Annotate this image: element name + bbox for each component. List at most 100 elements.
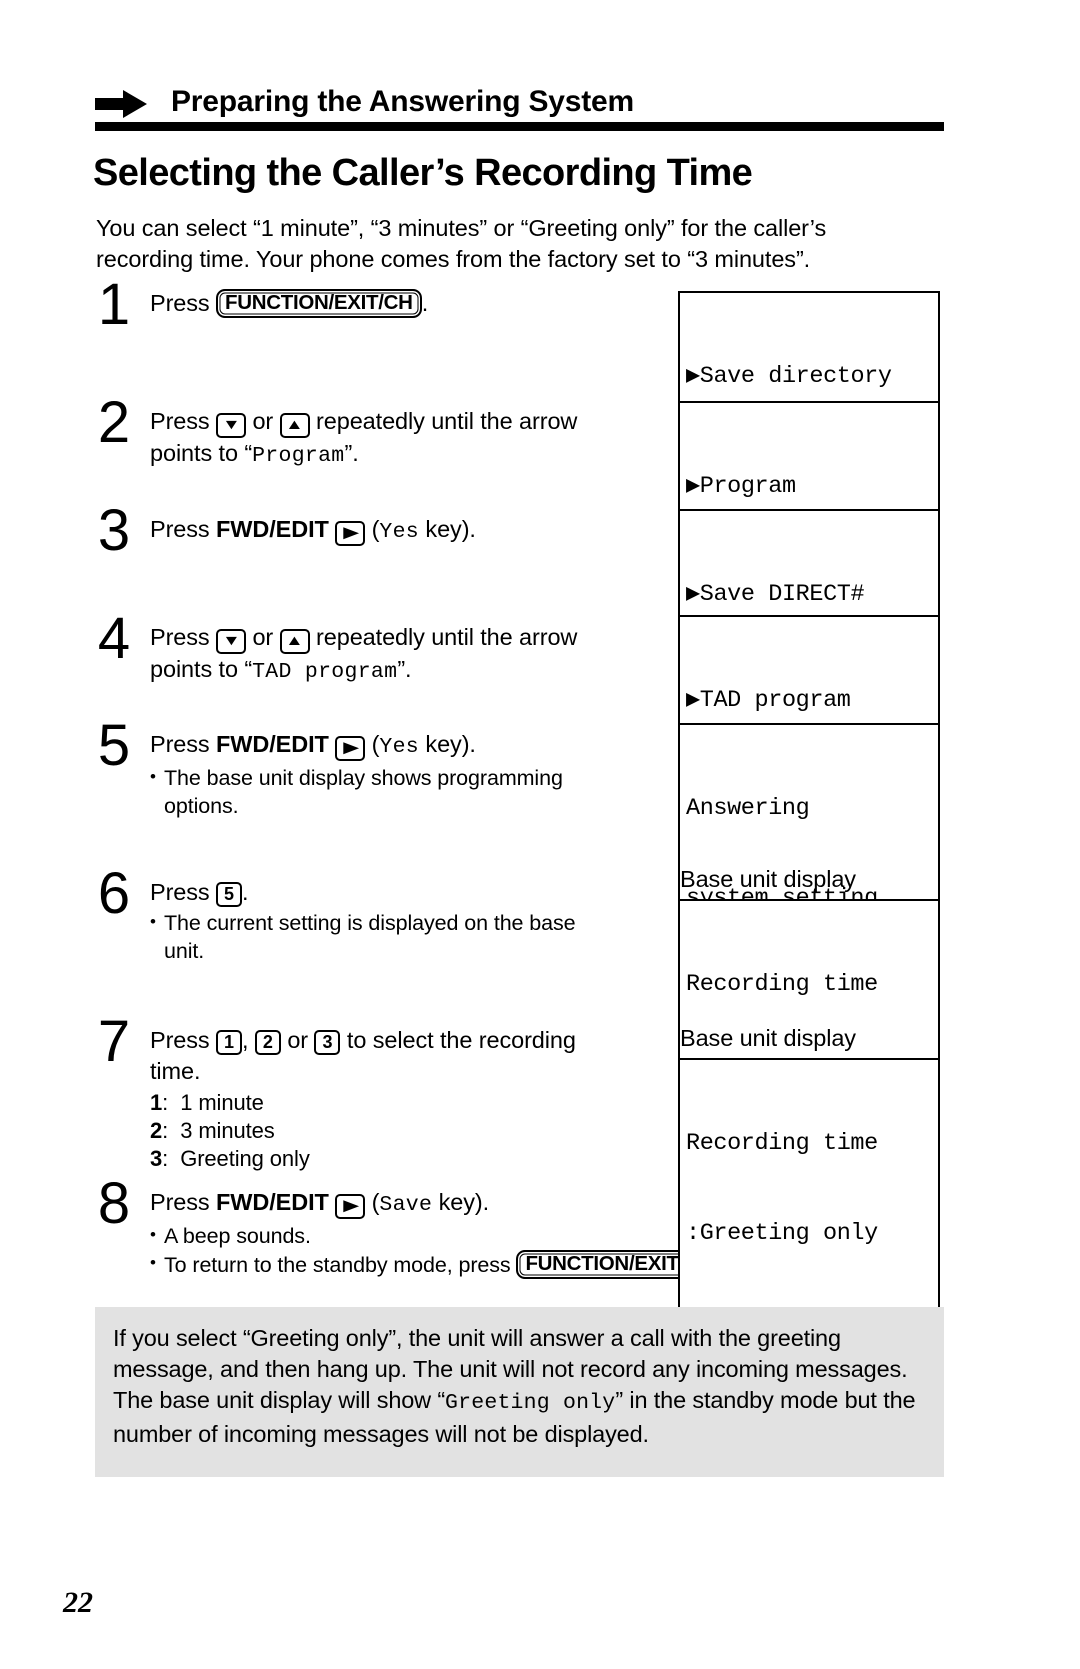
option-value: Greeting only	[180, 1146, 310, 1171]
step-tail: .	[242, 879, 249, 905]
step-number: 5	[97, 713, 131, 778]
step-text-after: to select the recording	[346, 1027, 576, 1053]
menu-item-name: Program	[252, 444, 345, 468]
option-row: 3: Greeting only	[150, 1146, 310, 1171]
bullet-continuation: unit.	[164, 939, 205, 963]
lcd-line: ▶Save directory	[686, 363, 892, 390]
yes-label: Yes	[379, 520, 419, 544]
option-row: 1: 1 minute	[150, 1090, 264, 1115]
step-8: 8 Press FWD/EDIT ▶ (Save key). A beep so…	[88, 1175, 728, 1307]
press-label: Press	[150, 624, 210, 650]
press-label: Press	[150, 731, 210, 757]
fwd-edit-label: FWD/EDIT	[216, 731, 329, 757]
bullet-item: A beep sounds.	[150, 1221, 668, 1250]
fwd-edit-label: FWD/EDIT	[216, 1189, 329, 1215]
or-label: or	[252, 624, 274, 650]
step-number: 2	[97, 390, 131, 455]
up-arrow-key[interactable]: ▲	[279, 629, 310, 654]
bullet-item: The base unit display shows programming	[150, 763, 668, 792]
option-key: 2	[150, 1118, 163, 1143]
step-7: 7 Press 1, 2 or 3 to select the recordin…	[88, 1013, 668, 1187]
paren-close: key).	[432, 1189, 490, 1215]
lcd-line: ▶Program	[686, 473, 796, 500]
digit-1-key[interactable]: 1	[216, 1030, 243, 1055]
press-label: Press	[150, 516, 210, 542]
up-arrow-key[interactable]: ▲	[279, 413, 310, 438]
note-mono-term: Greeting only	[445, 1391, 616, 1415]
page-title: Selecting the Caller’s Recording Time	[93, 152, 753, 194]
separator: ,	[242, 1027, 249, 1053]
step-2: 2 Press ▼ or ▲ repeatedly until the arro…	[88, 394, 668, 514]
step-number: 6	[97, 861, 131, 926]
step-line2-post: ”.	[344, 440, 359, 466]
right-arrow-key[interactable]: ▶	[335, 1194, 366, 1219]
option-key: 3	[150, 1146, 163, 1171]
press-label: Press	[150, 1027, 210, 1053]
base-unit-display-label-2: Base unit display	[680, 1025, 856, 1051]
base-unit-display-label-1: Base unit display	[680, 866, 856, 892]
lcd-line: ▶Save DIRECT#	[686, 581, 865, 608]
digit-3-key[interactable]: 3	[314, 1030, 341, 1055]
yes-label: Yes	[379, 735, 419, 759]
manual-page: Preparing the Answering System Selecting…	[0, 0, 1080, 1669]
down-arrow-key[interactable]: ▼	[216, 413, 247, 438]
step-5: 5 Press FWD/EDIT ▶ (Yes key). The base u…	[88, 717, 668, 877]
step-text: Press ▼ or ▲ repeatedly until the arrow …	[150, 622, 668, 688]
option-key: 1	[150, 1090, 163, 1115]
bullet-item-standby: To return to the standby mode, press FUN…	[150, 1249, 728, 1279]
step-bullets: A beep sounds. To return to the standby …	[150, 1221, 728, 1279]
step-text-after: repeatedly until the arrow	[316, 408, 578, 434]
note-text: If you select “Greeting only”, the unit …	[113, 1323, 928, 1450]
right-arrow-key[interactable]: ▶	[335, 736, 366, 761]
function-exit-ch-key[interactable]: FUNCTION/EXIT/CH	[216, 289, 422, 318]
step-line2-pre: points to “	[150, 440, 253, 466]
step-3: 3 Press FWD/EDIT ▶ (Yes key).	[88, 502, 668, 622]
right-arrow-key[interactable]: ▶	[335, 521, 366, 546]
recording-time-options: 1: 1 minute 2: 3 minutes 3: Greeting onl…	[150, 1089, 668, 1173]
down-arrow-key[interactable]: ▼	[216, 629, 247, 654]
step-number: 8	[97, 1171, 131, 1236]
step-text-after: repeatedly until the arrow	[316, 624, 578, 650]
step-text: Press ▼ or ▲ repeatedly until the arrow …	[150, 406, 668, 472]
step-1: 1 Press FUNCTION/EXIT/CH.	[88, 276, 668, 406]
option-value: 1 minute	[180, 1090, 264, 1115]
lcd-line: :Greeting only	[686, 1220, 878, 1247]
lcd-line: Answering	[686, 795, 810, 822]
step-bullets: The current setting is displayed on the …	[150, 908, 668, 965]
step-tail: .	[421, 290, 429, 316]
press-label: Press	[150, 879, 210, 905]
menu-item-name: TAD program	[252, 660, 398, 684]
step-text: Press FWD/EDIT ▶ (Save key). A beep soun…	[150, 1187, 728, 1279]
note-box: If you select “Greeting only”, the unit …	[95, 1307, 944, 1477]
paren-close: key).	[419, 516, 476, 542]
bullet-item: The current setting is displayed on the …	[150, 908, 668, 937]
header-rule	[95, 122, 944, 131]
step-line2-pre: points to “	[150, 656, 253, 682]
option-row: 2: 3 minutes	[150, 1118, 275, 1143]
step-line2-post: ”.	[397, 656, 412, 682]
running-head-title: Preparing the Answering System	[171, 85, 635, 118]
step-number: 1	[97, 272, 131, 337]
press-label: Press	[150, 290, 210, 316]
fwd-edit-label: FWD/EDIT	[216, 516, 329, 542]
page-number: 22	[63, 1586, 93, 1619]
step-4: 4 Press ▼ or ▲ repeatedly until the arro…	[88, 610, 668, 729]
bullet-continuation: options.	[164, 794, 239, 818]
step-bullets: The base unit display shows programming …	[150, 763, 668, 820]
paren-close: key).	[419, 731, 476, 757]
option-value: 3 minutes	[180, 1118, 275, 1143]
steps-list: 1 Press FUNCTION/EXIT/CH. 2 Press ▼ or ▲…	[88, 276, 728, 1307]
lcd-line: Recording time	[686, 1130, 878, 1157]
digit-2-key[interactable]: 2	[254, 1030, 281, 1055]
step-number: 4	[97, 606, 131, 671]
digit-5-key[interactable]: 5	[216, 882, 243, 907]
step-6: 6 Press 5. The current setting is displa…	[88, 865, 668, 1025]
standby-text-pre: To return to the standby mode, press	[164, 1253, 517, 1277]
step-text: Press 5. The current setting is displaye…	[150, 877, 668, 965]
press-label: Press	[150, 1189, 210, 1215]
lcd-line: Recording time	[686, 971, 878, 998]
press-label: Press	[150, 408, 210, 434]
step-line2: time.	[150, 1058, 201, 1084]
or-label: or	[287, 1027, 309, 1053]
lcd-line: ▶TAD program	[686, 687, 851, 714]
